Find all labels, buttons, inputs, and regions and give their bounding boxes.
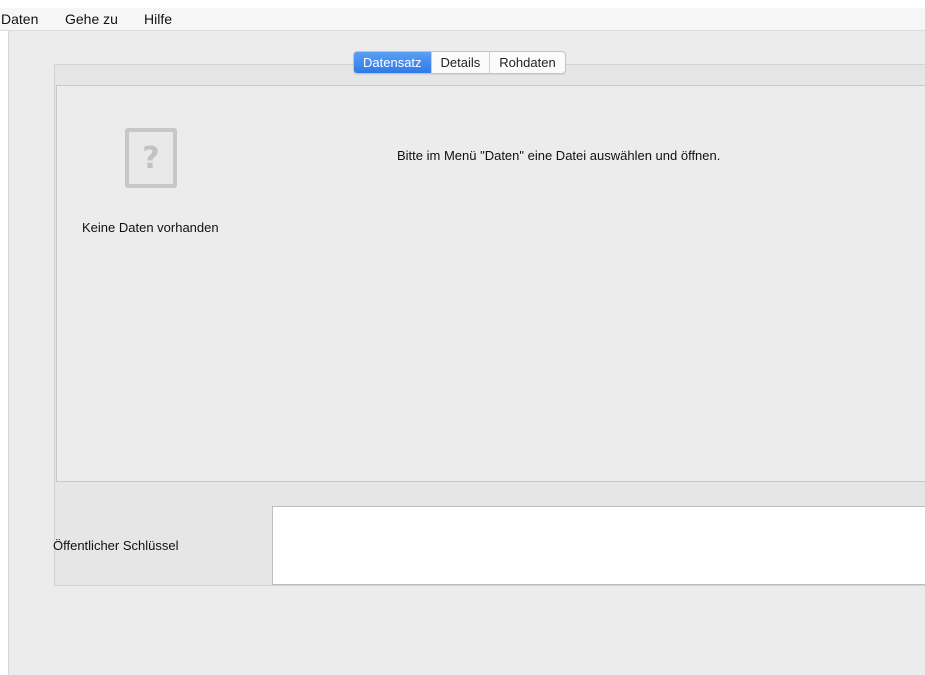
menu-daten[interactable]: Daten (1, 9, 38, 29)
public-key-label: Öffentlicher Schlüssel (53, 538, 179, 553)
menu-hilfe[interactable]: Hilfe (144, 9, 172, 29)
hint-message: Bitte im Menü "Daten" eine Datei auswähl… (397, 148, 721, 163)
tab-rohdaten[interactable]: Rohdaten (489, 52, 564, 73)
menubar: Daten Gehe zu Hilfe (0, 8, 925, 31)
no-data-label: Keine Daten vorhanden (82, 220, 219, 235)
public-key-field[interactable] (272, 506, 925, 585)
record-content-area (56, 85, 925, 482)
tab-bar: Datensatz Details Rohdaten (353, 51, 566, 74)
tab-datensatz[interactable]: Datensatz (354, 52, 431, 73)
question-mark-icon: ? (125, 128, 177, 188)
menu-gehe-zu[interactable]: Gehe zu (65, 9, 118, 29)
tab-details[interactable]: Details (430, 52, 490, 73)
